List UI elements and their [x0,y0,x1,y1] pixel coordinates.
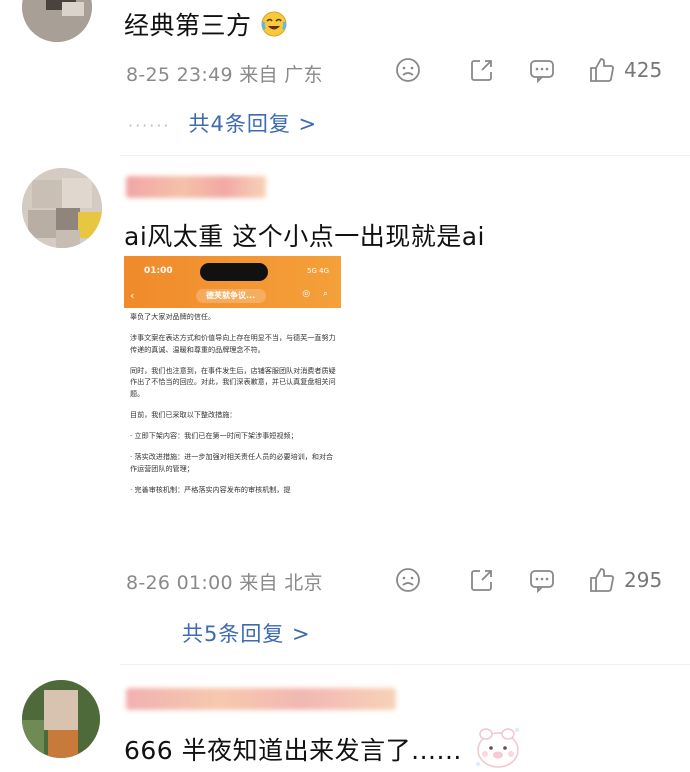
image-paragraph: 同时，我们也注意到，在事件发生后，店铺客服团队对消费者质疑作出了不恰当的回应。对… [130,365,336,398]
avatar[interactable] [22,0,92,42]
image-status: 5G 4G [307,267,329,275]
like-count: 425 [624,58,663,82]
image-paragraph: · 落实改进措施：进一步加强对相关责任人员的必要培训，和对合作运营团队的管理； [130,452,334,473]
share-button[interactable] [468,56,496,88]
dislike-button[interactable] [394,566,422,598]
username-blurred[interactable] [126,688,396,710]
comment-meta: 8-25 23:49 来自 广东 [126,64,323,86]
dislike-button[interactable] [394,56,422,88]
dislike-icon [396,58,420,82]
reply-dots: ······ [128,115,171,135]
comment-icon [530,570,554,594]
comment-text: ai风太重 这个小点一出现就是ai [124,222,485,251]
laughing-crying-emoji-icon [260,10,288,44]
image-paragraph: · 完善审核机制：严格落实内容发布的审核机制，提 [130,484,291,494]
back-icon: ‹ [130,289,135,302]
share-icon [471,570,492,591]
avatar[interactable] [22,168,102,248]
image-title: 德芙就争议... [206,291,256,300]
image-paragraph: 辜负了大家对品牌的信任。 [130,312,216,321]
dynamic-island [200,263,268,281]
like-icon [590,58,614,82]
divider [120,664,690,665]
image-paragraph: · 立即下架内容：我们已在第一时间下架涉事短视频； [130,431,298,441]
share-icon [471,60,492,81]
view-replies-link[interactable]: 共5条回复 > [182,618,311,648]
image-paragraph: 目前，我们已采取以下整改措施： [130,410,237,420]
share-button[interactable] [468,566,496,598]
comment-text: 666 半夜知道出来发言了...... [124,736,462,765]
image-body: 辜负了大家对品牌的信任。 涉事文案在表达方式和价值导向上存在明显不当，与德芙一直… [130,311,336,505]
comment-button[interactable] [528,566,556,598]
like-icon [590,568,614,592]
like-count: 295 [624,568,663,592]
comment-image[interactable]: 01:00 5G 4G ‹ 德芙就争议... ◎ ⌕ 辜负了大家对品牌的信任。 … [124,256,341,543]
cute-pig-sticker-icon [476,728,519,768]
like-button[interactable]: 425 [588,56,662,84]
comment-text: 经典第三方 [124,6,288,44]
view-replies-link[interactable]: ······ 共4条回复 > [128,108,317,138]
comment-icon [530,60,554,84]
comment-button[interactable] [528,56,556,88]
image-toolbar-icons: ◎ ⌕ [302,289,333,299]
dislike-icon [396,568,420,592]
like-button[interactable]: 295 [588,566,662,594]
username-blurred[interactable] [126,176,266,198]
image-time: 01:00 [144,266,173,276]
avatar[interactable] [22,680,100,758]
image-paragraph: 涉事文案在表达方式和价值导向上存在明显不当，与德芙一直努力传递的真诚、温暖和尊重… [130,333,336,354]
comment-meta: 8-26 01:00 来自 北京 [126,572,323,594]
divider [120,155,690,156]
replies-label: 共4条回复 > [188,112,318,136]
